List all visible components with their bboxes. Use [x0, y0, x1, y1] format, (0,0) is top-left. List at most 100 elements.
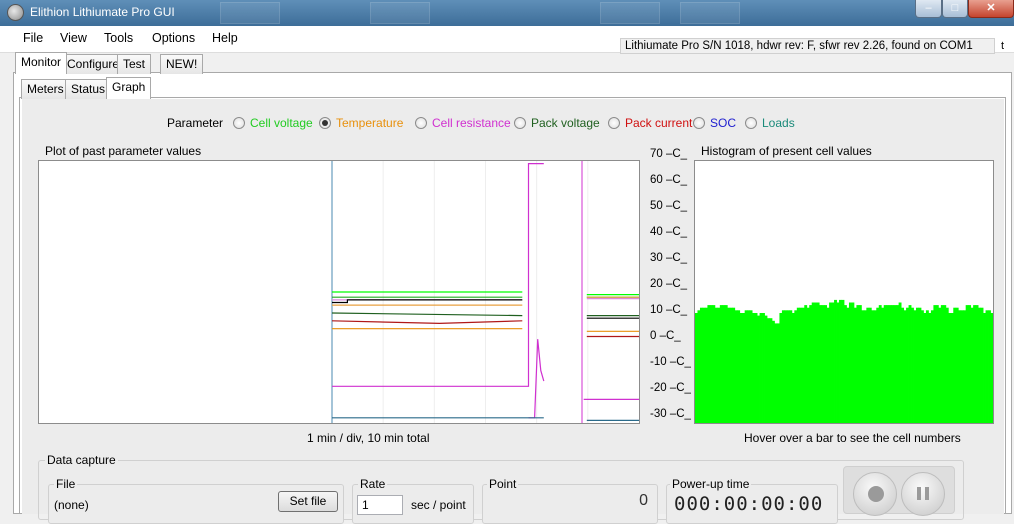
option-soc[interactable]: SOC [710, 116, 736, 130]
histogram-bar[interactable] [804, 305, 808, 423]
histogram-bar[interactable] [821, 305, 825, 423]
histogram-bar[interactable] [695, 313, 698, 423]
histogram-bar[interactable] [809, 305, 813, 423]
histogram-bar[interactable] [933, 305, 937, 423]
histogram-bar[interactable] [866, 307, 870, 423]
menu-tools[interactable]: Tools [104, 31, 133, 45]
pause-button[interactable] [901, 472, 945, 516]
histogram-bar[interactable] [819, 305, 823, 423]
histogram-bar[interactable] [858, 305, 862, 423]
histogram-bar[interactable] [873, 310, 877, 423]
histogram-chart[interactable] [694, 160, 994, 424]
histogram-bar[interactable] [848, 302, 852, 424]
tab-graph[interactable]: Graph [106, 77, 152, 99]
histogram-bar[interactable] [714, 307, 718, 423]
radio-cell-resistance[interactable] [415, 117, 427, 129]
histogram-bar[interactable] [985, 310, 989, 423]
histogram-bar[interactable] [724, 305, 728, 423]
set-file-button[interactable]: Set file [278, 491, 338, 512]
rate-input[interactable] [357, 495, 403, 515]
close-button[interactable]: ✕ [968, 0, 1014, 18]
histogram-bar[interactable] [826, 307, 830, 423]
minimize-button[interactable]: – [915, 0, 942, 18]
histogram-bar[interactable] [712, 305, 716, 423]
histogram-bar[interactable] [786, 310, 790, 423]
tab-test[interactable]: Test [117, 54, 152, 74]
histogram-bar[interactable] [806, 307, 810, 423]
histogram-bar[interactable] [938, 307, 942, 423]
histogram-bar[interactable] [831, 302, 835, 424]
histogram-bar[interactable] [764, 315, 768, 423]
histogram-bar[interactable] [717, 307, 721, 423]
histogram-bar[interactable] [955, 307, 959, 423]
histogram-bar[interactable] [742, 313, 746, 423]
histogram-bar[interactable] [737, 310, 741, 423]
menu-file[interactable]: File [23, 31, 43, 45]
histogram-bar[interactable] [925, 310, 929, 423]
histogram-bar[interactable] [846, 307, 850, 423]
histogram-bar[interactable] [699, 307, 703, 423]
histogram-bar[interactable] [824, 305, 828, 423]
menu-view[interactable]: View [60, 31, 87, 45]
histogram-bar[interactable] [779, 313, 783, 423]
histogram-bar[interactable] [734, 310, 738, 423]
histogram-bar[interactable] [709, 305, 713, 423]
option-pack-current[interactable]: Pack current [625, 116, 692, 130]
histogram-bar[interactable] [876, 307, 880, 423]
tab-new[interactable]: NEW! [160, 54, 204, 74]
histogram-bar[interactable] [702, 307, 706, 423]
histogram-bar[interactable] [757, 315, 760, 423]
histogram-bar[interactable] [960, 310, 964, 423]
option-temperature[interactable]: Temperature [336, 116, 403, 130]
histogram-bar[interactable] [913, 310, 917, 423]
histogram-bar[interactable] [968, 305, 972, 423]
histogram-bar[interactable] [791, 313, 795, 423]
histogram-bar[interactable] [729, 307, 733, 423]
histogram-bar[interactable] [928, 313, 932, 423]
record-button[interactable] [853, 472, 897, 516]
histogram-bar[interactable] [881, 307, 885, 423]
histogram-bar[interactable] [707, 305, 711, 423]
histogram-bar[interactable] [829, 302, 832, 424]
histogram-bar[interactable] [950, 313, 954, 423]
histogram-bar[interactable] [940, 305, 944, 423]
histogram-bar[interactable] [776, 323, 780, 423]
radio-loads[interactable] [745, 117, 757, 129]
histogram-bar[interactable] [781, 310, 785, 423]
tab-configure[interactable]: Configure [61, 54, 126, 74]
histogram-bar[interactable] [752, 313, 755, 423]
histogram-bar[interactable] [697, 310, 701, 423]
histogram-bar[interactable] [893, 305, 897, 423]
radio-cell-voltage[interactable] [233, 117, 245, 129]
histogram-bar[interactable] [896, 305, 900, 423]
histogram-bar[interactable] [970, 307, 974, 423]
histogram-bar[interactable] [990, 313, 994, 423]
histogram-bar[interactable] [856, 305, 860, 423]
radio-pack-current[interactable] [608, 117, 620, 129]
histogram-bar[interactable] [769, 318, 773, 423]
histogram-bar[interactable] [767, 318, 770, 423]
histogram-bar[interactable] [799, 307, 803, 423]
histogram-bar[interactable] [774, 323, 778, 423]
option-cell-resistance[interactable]: Cell resistance [432, 116, 511, 130]
histogram-bar[interactable] [784, 310, 788, 423]
histogram-bar[interactable] [978, 307, 981, 423]
histogram-bar[interactable] [923, 313, 927, 423]
histogram-bar[interactable] [863, 310, 867, 423]
histogram-bar[interactable] [988, 310, 991, 423]
histogram-bar[interactable] [886, 305, 890, 423]
histogram-bar[interactable] [916, 307, 919, 423]
tab-status[interactable]: Status [65, 79, 112, 99]
histogram-bar[interactable] [980, 307, 984, 423]
radio-pack-voltage[interactable] [514, 117, 526, 129]
histogram-bar[interactable] [888, 305, 892, 423]
histogram-bar[interactable] [814, 302, 818, 424]
histogram-bar[interactable] [811, 302, 815, 424]
histogram-bar[interactable] [789, 310, 793, 423]
histogram-bar[interactable] [891, 305, 895, 423]
histogram-bar[interactable] [945, 307, 949, 423]
histogram-bar[interactable] [796, 307, 800, 423]
histogram-bar[interactable] [948, 313, 952, 423]
histogram-bar[interactable] [749, 310, 753, 423]
option-loads[interactable]: Loads [762, 116, 795, 130]
